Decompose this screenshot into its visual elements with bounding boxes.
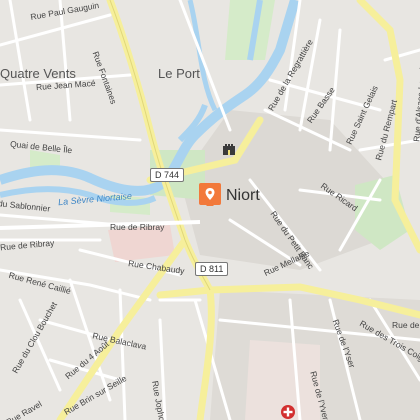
- street-label: Rue de Ribray: [110, 222, 165, 232]
- road-shield-d811: D 811: [195, 262, 229, 276]
- road-shield-d744: D 744: [150, 168, 185, 182]
- map-pin-icon[interactable]: [198, 182, 222, 213]
- hospital-icon[interactable]: [280, 404, 296, 420]
- area-label-le-port: Le Port: [158, 66, 200, 81]
- street-label: Rue de: [392, 320, 420, 330]
- area-label-quatre-vents: Quatre Vents: [0, 66, 76, 81]
- castle-icon[interactable]: [222, 142, 236, 160]
- city-label: Niort: [226, 187, 260, 204]
- map-canvas[interactable]: Quatre Vents Le Port La Sèvre Niortaise …: [0, 0, 420, 420]
